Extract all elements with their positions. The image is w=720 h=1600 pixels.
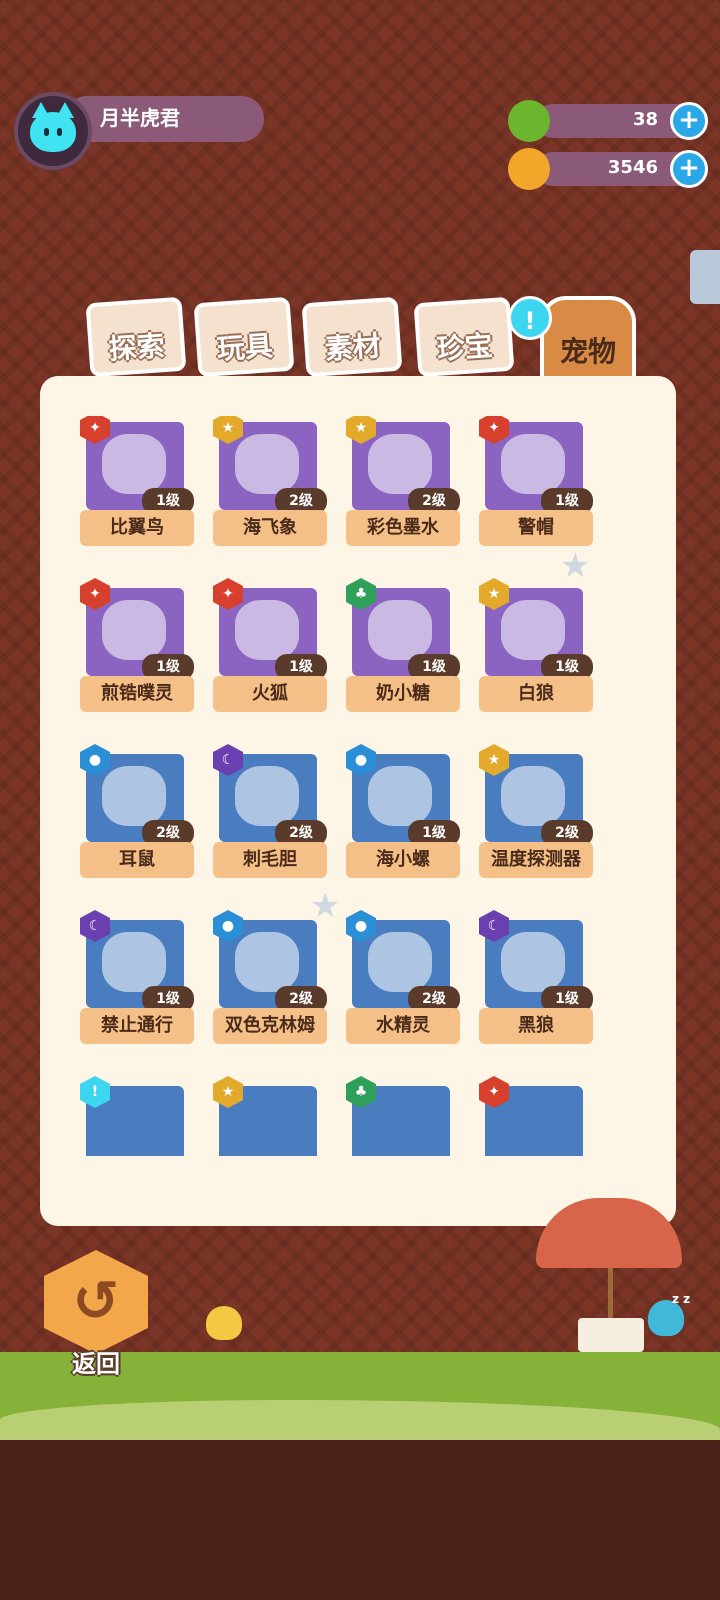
pet-name: 耳鼠: [80, 842, 194, 878]
player-name: 月半虎君: [100, 106, 180, 130]
coin-icon: [508, 148, 550, 190]
pet-card[interactable]: ★ 2级 温度探测器: [477, 744, 595, 878]
pet-name: 禁止通行: [80, 1008, 194, 1044]
return-arrow-icon: ↺: [44, 1250, 148, 1354]
pet-grid[interactable]: ✦ 1级 比翼鸟 ★ 2级 海飞象 ★ 2级 彩色墨水 ✦ 1级 警帽 ✦ 1级 煎锆噗灵 ✦ 1级 火狐 ♣ 1级奶…: [78, 416, 638, 1156]
pet-card[interactable]: ✦ 1级 警帽: [477, 416, 595, 546]
pet-card[interactable]: ● 2级 双色克林姆: [211, 910, 329, 1044]
pet-image: [501, 434, 565, 494]
chick-icon: [206, 1306, 242, 1340]
pet-name: 双色克林姆: [213, 1008, 327, 1044]
pet-card-partial[interactable]: ★: [211, 1076, 329, 1156]
clip-icon[interactable]: [690, 250, 720, 304]
pet-name: 奶小糖: [346, 676, 460, 712]
pet-name: 煎锆噗灵: [80, 676, 194, 712]
tab-materials[interactable]: 素材: [301, 296, 403, 378]
sleep-text: z z: [672, 1292, 691, 1306]
add-gem-button[interactable]: +: [670, 102, 708, 140]
back-label: 返回: [72, 1350, 120, 1378]
pet-name: 警帽: [479, 510, 593, 546]
gem-icon: [508, 100, 550, 142]
pet-card[interactable]: ☾ 2级 刺毛胆: [211, 744, 329, 878]
pet-name: 火狐: [213, 676, 327, 712]
pet-card[interactable]: ★ 2级 海飞象: [211, 416, 329, 546]
pet-name: 黑狼: [479, 1008, 593, 1044]
cat-face-icon: [30, 102, 76, 152]
pet-image: [501, 932, 565, 992]
tab-alert-badge: !: [508, 296, 552, 340]
pet-name: 刺毛胆: [213, 842, 327, 878]
pet-image: [102, 600, 166, 660]
avatar[interactable]: [14, 92, 92, 170]
coin-counter: 3546 +: [508, 148, 708, 190]
pet-card[interactable]: ☾ 1级 禁止通行: [78, 910, 196, 1044]
pet-image: [102, 434, 166, 494]
pet-card-partial[interactable]: ✦: [477, 1076, 595, 1156]
pet-name: 海小螺: [346, 842, 460, 878]
coin-value: 3546: [607, 157, 658, 178]
pet-name: 海飞象: [213, 510, 327, 546]
pet-card[interactable]: ✦ 1级 比翼鸟: [78, 416, 196, 546]
tab-label: 探索: [107, 329, 166, 366]
gem-value: 38: [632, 109, 658, 130]
pet-panel: ★ ★ ✦ 1级 比翼鸟 ★ 2级 海飞象 ★ 2级 彩色墨水 ✦ 1级 警帽 ✦ 1级 煎锆噗灵 ✦ 1级 火狐…: [40, 376, 676, 1226]
cafe-table: [578, 1318, 644, 1352]
pet-card[interactable]: ● 1级 海小螺: [344, 744, 462, 878]
pet-image: [368, 434, 432, 494]
dirt-underground: [0, 1440, 720, 1600]
tab-treasures[interactable]: 珍宝: [413, 296, 515, 378]
pet-card[interactable]: ★ 1级 白狼: [477, 578, 595, 712]
pet-card[interactable]: ☾ 1级 黑狼: [477, 910, 595, 1044]
pet-image: [102, 932, 166, 992]
back-button[interactable]: ↺ 返回: [44, 1250, 148, 1380]
pet-image: [235, 600, 299, 660]
pet-card-partial[interactable]: ♣: [344, 1076, 462, 1156]
tab-explore[interactable]: 探索: [85, 296, 187, 378]
tab-label: 玩具: [215, 329, 274, 366]
tab-pets[interactable]: 宠物: [540, 296, 636, 386]
player-profile[interactable]: 月半虎君: [14, 92, 264, 172]
tab-label: 珍宝: [435, 329, 494, 366]
pet-image: [501, 766, 565, 826]
pet-image: [501, 600, 565, 660]
gem-counter: 38 +: [508, 100, 708, 142]
pet-image: [235, 766, 299, 826]
pet-image: [368, 600, 432, 660]
tab-label: 素材: [323, 329, 382, 366]
pet-name: 白狼: [479, 676, 593, 712]
pet-card-partial[interactable]: !: [78, 1076, 196, 1156]
pet-card[interactable]: ♣ 1级 奶小糖: [344, 578, 462, 712]
tab-label: 宠物: [559, 335, 616, 368]
pet-card[interactable]: ● 2级 水精灵: [344, 910, 462, 1044]
pet-image: [368, 766, 432, 826]
pet-name: 温度探测器: [479, 842, 593, 878]
pet-card[interactable]: ✦ 1级 火狐: [211, 578, 329, 712]
pet-image: [102, 766, 166, 826]
pet-card[interactable]: ● 2级 耳鼠: [78, 744, 196, 878]
pet-name: 水精灵: [346, 1008, 460, 1044]
pet-name: 彩色墨水: [346, 510, 460, 546]
tab-toys[interactable]: 玩具: [193, 296, 295, 378]
pet-image: [368, 932, 432, 992]
pet-card[interactable]: ★ 2级 彩色墨水: [344, 416, 462, 546]
add-coin-button[interactable]: +: [670, 150, 708, 188]
pet-name: 比翼鸟: [80, 510, 194, 546]
pet-image: [235, 434, 299, 494]
pet-image: [235, 932, 299, 992]
pet-card[interactable]: ✦ 1级 煎锆噗灵: [78, 578, 196, 712]
